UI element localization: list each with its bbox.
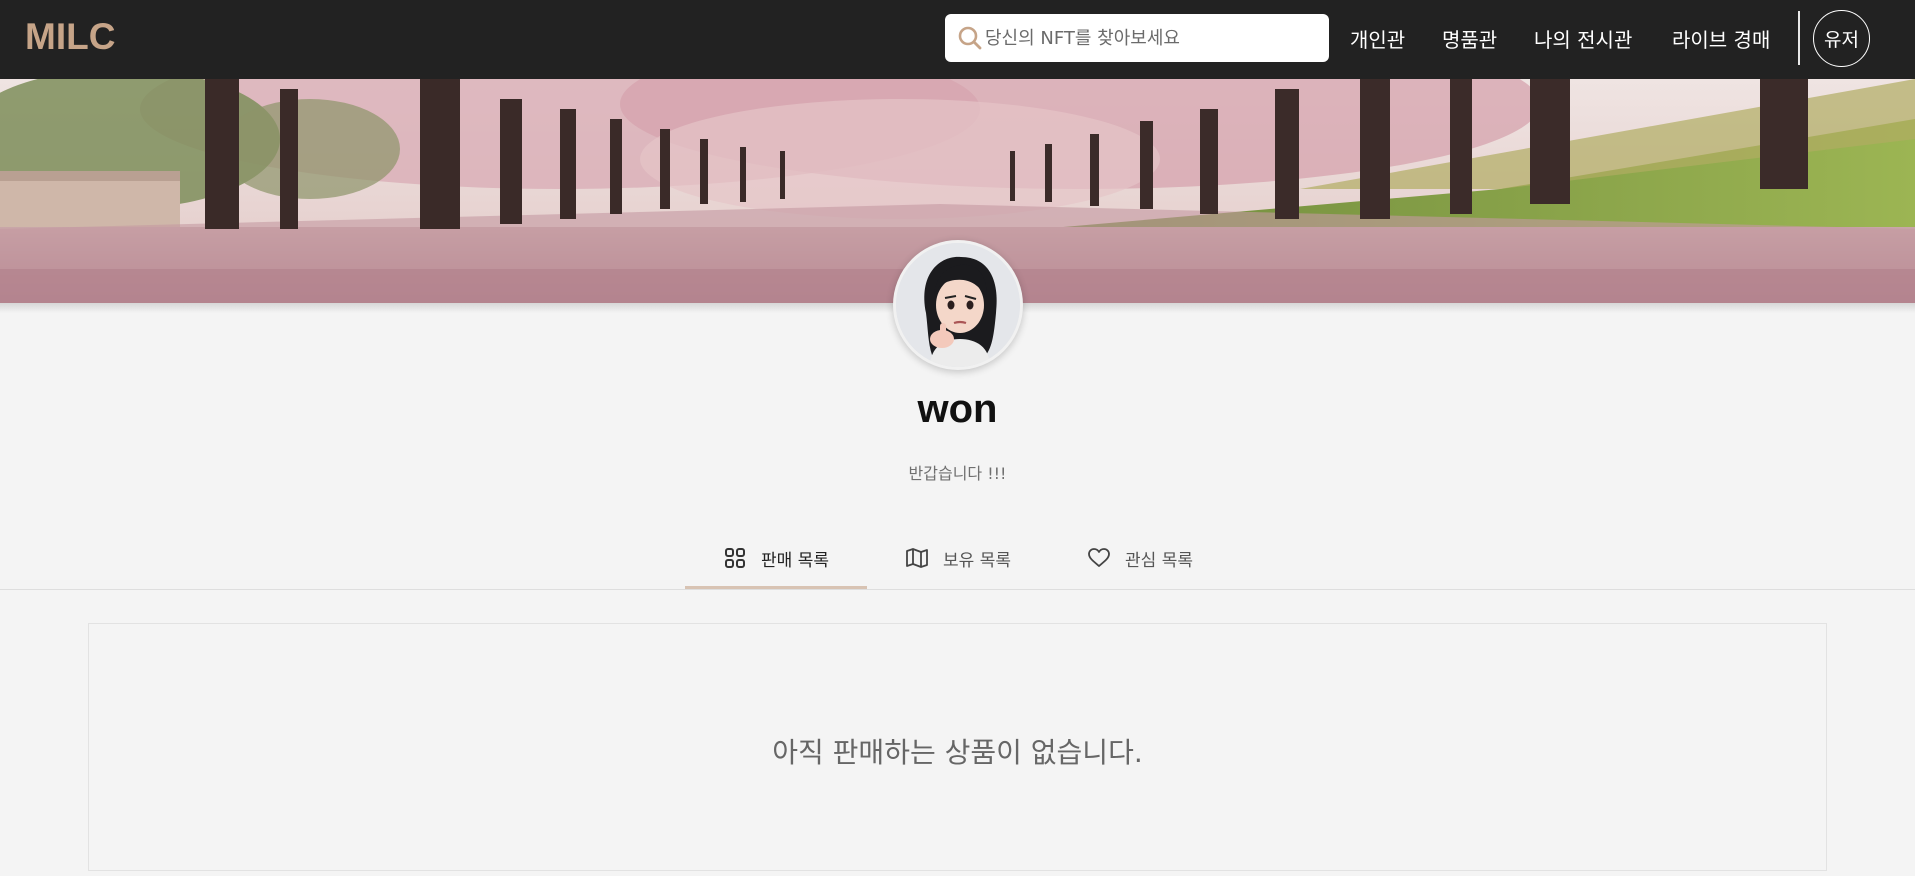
search-input[interactable]	[985, 14, 1315, 62]
user-button[interactable]: 유저	[1813, 10, 1870, 67]
tab-sales-list[interactable]: 판매 목록	[685, 526, 867, 590]
memoji-avatar-icon	[896, 243, 1020, 367]
empty-state-message: 아직 판매하는 상품이 없습니다.	[772, 736, 1143, 769]
grid-icon	[725, 548, 746, 568]
search-bar[interactable]	[945, 14, 1329, 62]
profile-bio: 반갑습니다 !!!	[908, 464, 1007, 483]
map-icon	[906, 548, 928, 568]
nav-link-live-auction[interactable]: 라이브 경매	[1672, 24, 1770, 53]
tab-label: 판매 목록	[761, 550, 829, 571]
top-navbar: MILC 개인관 명품관 나의 전시관 라이브 경매 유저	[0, 0, 1915, 79]
avatar[interactable]	[893, 240, 1023, 370]
tab-owned-list[interactable]: 보유 목록	[867, 526, 1049, 590]
tab-label: 관심 목록	[1125, 550, 1193, 571]
sales-list-panel: 아직 판매하는 상품이 없습니다.	[88, 623, 1827, 871]
search-icon[interactable]	[957, 25, 983, 51]
nav-link-luxury-gallery[interactable]: 명품관	[1442, 24, 1497, 53]
nav-link-personal-gallery[interactable]: 개인관	[1350, 24, 1405, 53]
logo[interactable]: MILC	[25, 16, 115, 58]
nav-link-my-gallery[interactable]: 나의 전시관	[1534, 24, 1632, 53]
profile-username: won	[917, 387, 998, 431]
tabs-divider	[0, 589, 1915, 590]
tab-favorites-list[interactable]: 관심 목록	[1049, 526, 1231, 590]
heart-icon	[1088, 548, 1110, 567]
tab-label: 보유 목록	[943, 550, 1011, 571]
nav-divider	[1798, 11, 1800, 65]
